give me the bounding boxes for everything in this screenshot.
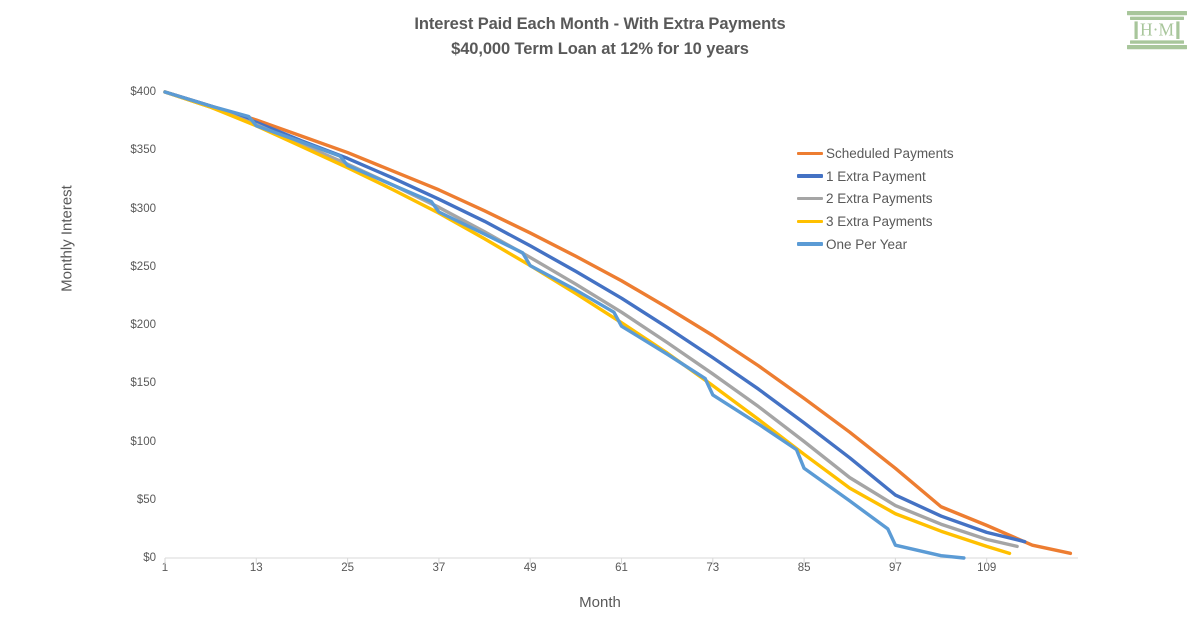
legend-item-label: 3 Extra Payments (826, 213, 933, 229)
legend-color-swatch (797, 151, 823, 156)
chart-legend: Scheduled Payments 1 Extra Payment 2 Extra… (797, 142, 954, 255)
legend-item[interactable]: Scheduled Payments (797, 142, 954, 165)
legend-item-label: 2 Extra Payments (826, 191, 933, 207)
legend-color-swatch (797, 197, 823, 201)
legend-item-label: 1 Extra Payment (826, 168, 926, 184)
legend-color-swatch (797, 242, 823, 246)
legend-item[interactable]: 1 Extra Payment (797, 165, 954, 188)
legend-color-swatch (797, 219, 823, 224)
legend-item-label: Scheduled Payments (826, 145, 954, 161)
plot-area (163, 90, 1078, 564)
legend-item[interactable]: 2 Extra Payments (797, 187, 954, 210)
legend-item[interactable]: One Per Year (797, 233, 954, 256)
legend-item-label: One Per Year (826, 236, 908, 252)
legend-item[interactable]: 3 Extra Payments (797, 210, 954, 233)
legend-color-swatch (797, 174, 823, 178)
chart-container: Interest Paid Each Month - With Extra Pa… (0, 0, 1200, 625)
